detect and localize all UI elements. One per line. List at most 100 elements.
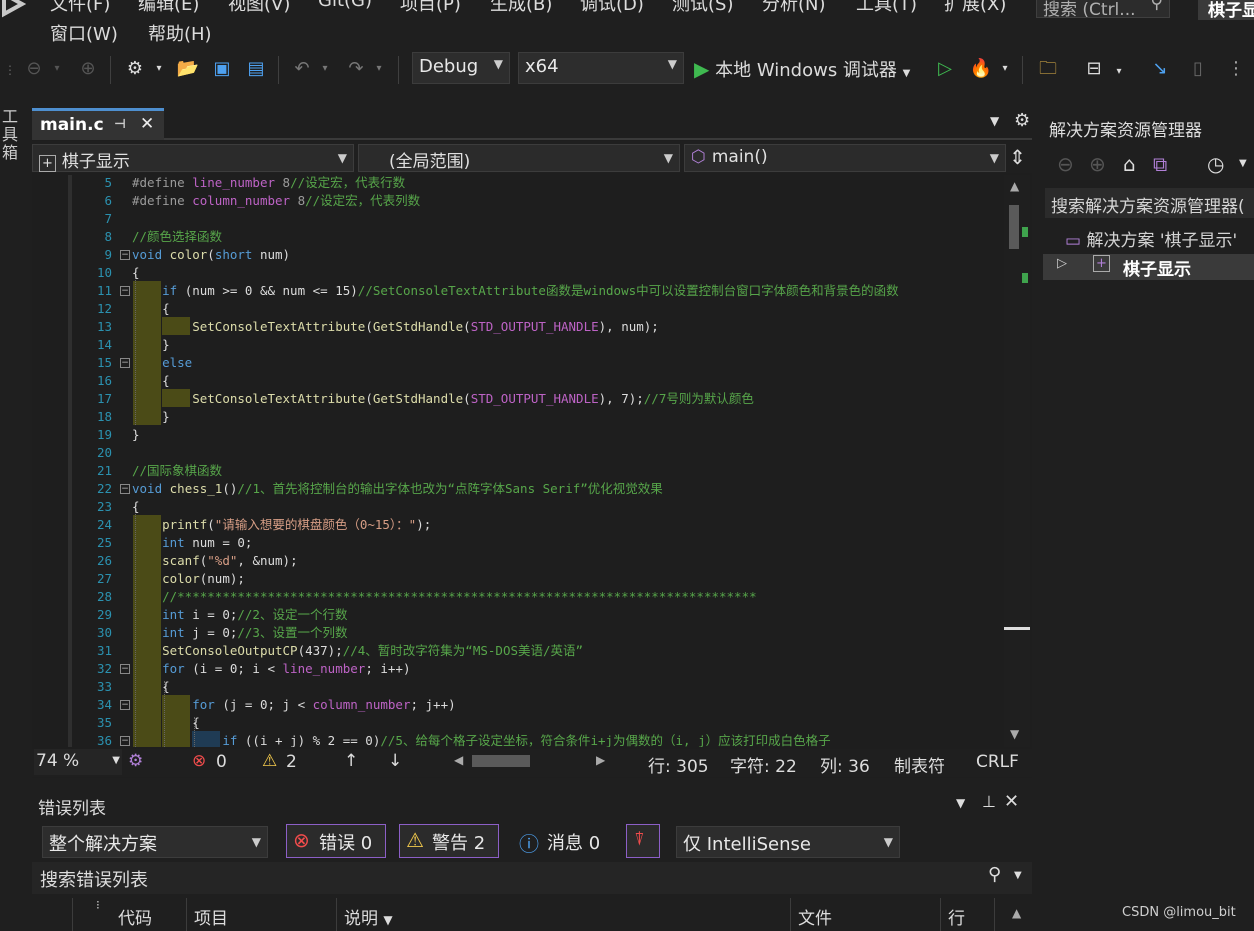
back-icon[interactable]: ⊖ [20, 55, 48, 83]
code-line[interactable]: int j = 0;//3、设置一个列数 [132, 624, 347, 642]
code-line[interactable]: SetConsoleTextAttribute(GetStdHandle(STD… [132, 390, 754, 408]
new-dropdown-icon[interactable]: ▾ [152, 55, 166, 83]
split-view-icon[interactable]: ⇕ [1009, 145, 1026, 169]
arrow-up-icon[interactable]: ↑ [344, 751, 358, 771]
tab-list-dropdown-icon[interactable]: ▼ [990, 114, 999, 128]
column-header-line[interactable]: 行 [948, 904, 965, 931]
forward-icon[interactable]: ⊕ [1089, 152, 1106, 176]
code-line[interactable]: { [132, 714, 200, 732]
errors-filter-button[interactable]: ⊗ 错误 0 [286, 824, 386, 858]
redo-icon[interactable]: ↷ [342, 55, 370, 83]
column-header-code[interactable]: 代码 [118, 904, 152, 931]
solution-config-dropdown[interactable]: Debug ▼ [412, 52, 510, 84]
menu-tools[interactable]: 工具(T) [856, 0, 917, 16]
toolbar-overflow-icon[interactable]: ⋮ [1226, 55, 1246, 83]
indent-mode[interactable]: 制表符 [894, 752, 945, 777]
hscroll-thumb[interactable] [472, 755, 530, 767]
close-icon[interactable]: ✕ [1004, 791, 1019, 812]
filter-button[interactable]: ⍒ [626, 824, 660, 858]
menu-project[interactable]: 项目(P) [400, 0, 461, 16]
code-line[interactable]: if ((i + j) % 2 == 0)//5、给每个格子设定坐标，符合条件i… [132, 732, 830, 747]
cursor-char[interactable]: 字符: 22 [730, 752, 797, 777]
menu-test[interactable]: 测试(S) [672, 0, 733, 16]
solution-search-input[interactable]: 搜索解决方案资源管理器( [1045, 188, 1254, 218]
zoom-dropdown[interactable]: 74 % ▼ [34, 749, 122, 775]
messages-filter-button[interactable]: ⓘ 消息 0 [512, 824, 612, 858]
scroll-down-icon[interactable]: ▼ [1010, 727, 1019, 741]
code-line[interactable]: //**************************************… [132, 588, 757, 606]
error-scope-dropdown[interactable]: 整个解决方案 ▼ [42, 826, 268, 858]
code-line[interactable]: { [132, 498, 140, 516]
intellicode-icon[interactable]: ⚙ [128, 751, 143, 771]
code-line[interactable]: void chess_1()//1、首先将控制台的输出字体也改为“点阵字体San… [132, 480, 663, 498]
fold-toggle-icon[interactable]: − [120, 484, 130, 494]
tab-main-c[interactable]: main.c ⊣ ✕ [32, 108, 164, 140]
column-header-project[interactable]: 项目 [194, 904, 228, 931]
menu-window[interactable]: 窗口(W) [50, 20, 118, 44]
code-line[interactable]: else [132, 354, 192, 372]
home-icon[interactable]: ⌂ [1123, 152, 1136, 176]
fold-toggle-icon[interactable]: − [120, 358, 130, 368]
switch-views-icon[interactable]: ⧉ [1153, 152, 1167, 176]
nav-member-dropdown[interactable]: ⬡ main() ▼ [684, 144, 1006, 172]
nav-scope-dropdown[interactable]: (全局范围) ▼ [358, 144, 680, 172]
code-line[interactable]: color(num); [132, 570, 245, 588]
panel-menu-icon[interactable]: ▼ [956, 796, 965, 810]
global-search-input[interactable]: 搜索 (Ctrl... ⚲ [1036, 0, 1170, 18]
fold-toggle-icon[interactable]: − [120, 700, 130, 710]
fold-toggle-icon[interactable]: − [120, 250, 130, 260]
chevron-down-icon[interactable]: ▼ [1239, 158, 1247, 169]
back-dropdown-icon[interactable]: ▾ [50, 55, 64, 83]
forward-icon[interactable]: ⊕ [74, 55, 102, 83]
scroll-thumb[interactable] [1009, 205, 1019, 249]
menu-view[interactable]: 视图(V) [228, 0, 290, 16]
code-line[interactable]: //国际象棋函数 [132, 462, 222, 480]
column-header-description[interactable]: 说明 ▼ [344, 904, 393, 931]
redo-dropdown-icon[interactable]: ▾ [372, 55, 386, 83]
back-icon[interactable]: ⊖ [1057, 152, 1074, 176]
menu-edit[interactable]: 编辑(E) [138, 0, 199, 16]
open-folder-icon[interactable]: 📂 [174, 55, 202, 83]
code-line[interactable]: for (j = 0; j < column_number; j++) [132, 696, 455, 714]
project-node[interactable]: ▷ + 棋子显示 [1043, 254, 1254, 280]
project-name-tab[interactable]: 棋子显 [1198, 0, 1254, 20]
code-line[interactable]: { [132, 300, 170, 318]
hscroll-left-icon[interactable]: ◀ [454, 753, 463, 767]
save-all-icon[interactable]: ▤ [242, 55, 270, 83]
layout-dropdown-icon[interactable]: ▾ [1112, 58, 1126, 86]
cursor-col[interactable]: 列: 36 [820, 752, 870, 777]
error-search-input[interactable]: 搜索错误列表 ⚲ ▼ [32, 862, 1032, 894]
code-editor[interactable]: 5 #define line_number 8//设定宏，代表行数 6 #define… [32, 175, 1004, 747]
menu-analyze[interactable]: 分析(N) [762, 0, 826, 16]
pending-changes-icon[interactable]: ◷ [1207, 152, 1224, 176]
menu-extensions[interactable]: 扩展(X) [944, 0, 1006, 16]
warnings-filter-button[interactable]: ⚠ 警告 2 [399, 824, 499, 858]
code-line[interactable]: SetConsoleTextAttribute(GetStdHandle(STD… [132, 318, 659, 336]
menu-git[interactable]: Git(G) [318, 0, 372, 11]
code-line[interactable]: { [132, 264, 140, 282]
undo-icon[interactable]: ↶ [288, 55, 316, 83]
code-line[interactable]: //颜色选择函数 [132, 228, 222, 246]
cursor-line[interactable]: 行: 305 [648, 752, 709, 777]
code-line[interactable]: } [132, 336, 170, 354]
code-line[interactable]: void color(short num) [132, 246, 290, 264]
scroll-up-icon[interactable]: ▲ [1010, 179, 1019, 193]
solution-platform-dropdown[interactable]: x64 ▼ [518, 52, 684, 84]
column-header-file[interactable]: 文件 [798, 904, 832, 931]
code-line[interactable]: for (i = 0; i < line_number; i++) [132, 660, 410, 678]
new-project-icon[interactable]: ⚙ [120, 55, 150, 83]
arrow-down-icon[interactable]: ↓ [388, 751, 402, 771]
code-line[interactable]: printf("请输入想要的棋盘颜色（0~15）："); [132, 516, 431, 534]
code-line[interactable]: } [132, 426, 140, 444]
editor-vertical-scrollbar[interactable]: ▲ ▼ [1004, 175, 1030, 747]
scroll-up-icon[interactable]: ▲ [1012, 906, 1021, 920]
code-line[interactable]: #define line_number 8//设定宏，代表行数 [132, 175, 405, 192]
code-line[interactable]: #define column_number 8//设定宏，代表列数 [132, 192, 420, 210]
hot-reload-icon[interactable]: 🔥 [968, 55, 994, 83]
code-line[interactable]: { [132, 678, 170, 696]
hscroll-right-icon[interactable]: ▶ [596, 753, 605, 767]
code-line[interactable]: int i = 0;//2、设定一个行数 [132, 606, 347, 624]
warning-status-icon[interactable]: ⚠ [262, 751, 277, 771]
bookmark-icon[interactable]: ▯ [1184, 55, 1212, 83]
solution-node[interactable]: ▭ 解决方案 '棋子显示' [1065, 226, 1254, 252]
